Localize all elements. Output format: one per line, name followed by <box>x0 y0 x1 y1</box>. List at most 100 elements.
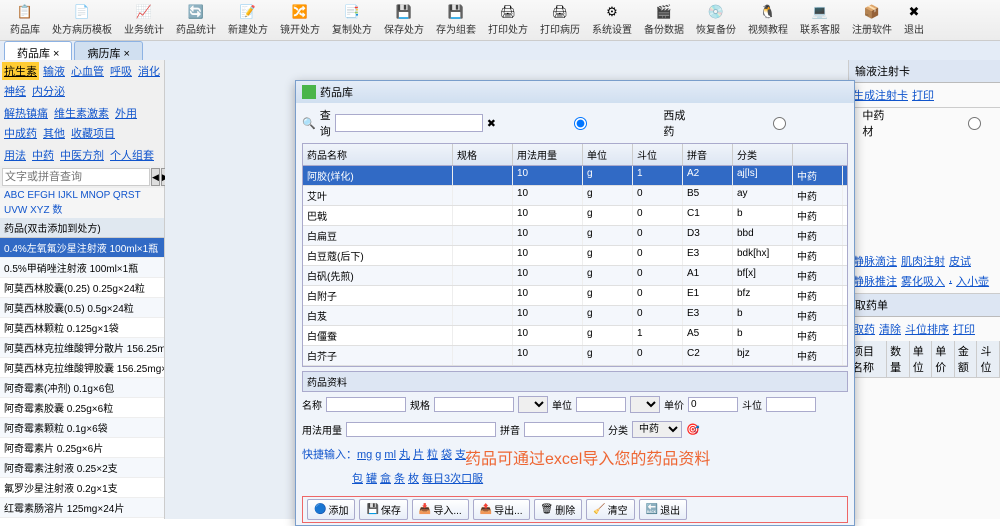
drug-item[interactable]: 阿莫西林颗粒 0.125g×1袋 <box>0 318 164 338</box>
table-row[interactable]: 白芥子10g0C2bjz中药 <box>303 346 847 366</box>
quick-盒[interactable]: 盒 <box>380 473 391 485</box>
radio-收费项目[interactable]: 收费项目 <box>898 107 1000 139</box>
dialog-search-input[interactable] <box>335 114 483 132</box>
category-输液[interactable]: 输液 <box>41 62 67 80</box>
link-清除[interactable]: 清除 <box>879 321 901 337</box>
toolbar-保存处方[interactable]: 💾保存处方 <box>378 2 430 38</box>
col-用法用量[interactable]: 用法用量 <box>513 144 583 165</box>
col-单位[interactable]: 单位 <box>583 144 633 165</box>
category-内分泌[interactable]: 内分泌 <box>30 82 67 100</box>
class-icon[interactable]: 🎯 <box>686 423 700 436</box>
toolbar-药品库[interactable]: 📋药品库 <box>4 2 46 38</box>
quick-mg[interactable]: mg <box>357 449 372 461</box>
link-,[interactable]: , <box>949 273 952 289</box>
field-spec[interactable] <box>434 397 514 412</box>
quick-每日3次口服[interactable]: 每日3次口服 <box>422 473 483 485</box>
table-row[interactable]: 白矾(先煎)10g0A1bf[x]中药 <box>303 266 847 286</box>
toolbar-新建处方[interactable]: 📝新建处方 <box>222 2 274 38</box>
table-row[interactable]: 阿胶(烊化)10g1A2aj[ls]中药 <box>303 166 847 186</box>
category-神经[interactable]: 神经 <box>2 82 28 100</box>
clear-search-icon[interactable]: ✖ <box>487 117 496 130</box>
quick-包[interactable]: 包 <box>352 473 363 485</box>
btn-删除[interactable]: 🗑删除 <box>534 499 583 520</box>
toolbar-恢复备份[interactable]: 💿恢复备份 <box>690 2 742 38</box>
btn-退出[interactable]: 🔙退出 <box>639 499 687 520</box>
quick-g[interactable]: g <box>375 449 381 461</box>
link-静脉推注[interactable]: 静脉推注 <box>853 273 897 289</box>
alpha-index[interactable]: ABC EFGH IJKL MNOP QRST UVW XYZ 数 <box>0 188 164 218</box>
field-pinyin[interactable] <box>524 422 604 437</box>
radio-西成药[interactable]: 西成药 <box>500 107 693 139</box>
field-price[interactable] <box>688 397 738 412</box>
quick-片[interactable]: 片 <box>413 449 424 461</box>
toolbar-联系客服[interactable]: 💻联系客服 <box>794 2 846 38</box>
btn-保存[interactable]: 💾保存 <box>359 499 407 520</box>
link-斗位排序[interactable]: 斗位排序 <box>905 321 949 337</box>
drug-item[interactable]: 阿奇霉素注射液 0.25×2支 <box>0 458 164 478</box>
quick-ml[interactable]: ml <box>384 449 396 461</box>
col-规格[interactable]: 规格 <box>453 144 513 165</box>
drug-item[interactable]: 红霉素肠溶片 125mg×24片 <box>0 498 164 518</box>
drug-item[interactable]: 阿莫西林克拉维酸钾胶囊 156.25mg×18片 <box>0 358 164 378</box>
category-心血管[interactable]: 心血管 <box>69 62 106 80</box>
col-拼音[interactable]: 拼音 <box>683 144 733 165</box>
table-row[interactable]: 巴戟10g0C1b中药 <box>303 206 847 226</box>
category-用法[interactable]: 用法 <box>2 146 28 164</box>
table-row[interactable]: 白附子10g0E1bfz中药 <box>303 286 847 306</box>
field-usage[interactable] <box>346 422 496 437</box>
toolbar-注册软件[interactable]: 📦注册软件 <box>846 2 898 38</box>
drug-item[interactable]: 0.5%甲硝唑注射液 100ml×1瓶 <box>0 258 164 278</box>
toolbar-药品统计[interactable]: 🔄药品统计 <box>170 2 222 38</box>
link-肌肉注射[interactable]: 肌肉注射 <box>901 253 945 269</box>
toolbar-复制处方[interactable]: 📑复制处方 <box>326 2 378 38</box>
category-外用[interactable]: 外用 <box>113 104 139 122</box>
field-name[interactable] <box>326 397 406 412</box>
field-unit[interactable] <box>576 397 626 412</box>
link-皮试[interactable]: 皮试 <box>949 253 971 269</box>
toolbar-视频教程[interactable]: 🐧视频教程 <box>742 2 794 38</box>
quick-枚[interactable]: 枚 <box>408 473 419 485</box>
col-分类[interactable]: 分类 <box>733 144 793 165</box>
toolbar-退出[interactable]: ✖退出 <box>898 2 930 38</box>
link-雾化吸入[interactable]: 雾化吸入 <box>901 273 945 289</box>
category-个人组套[interactable]: 个人组套 <box>108 146 156 164</box>
link-生成注射卡[interactable]: 生成注射卡 <box>853 87 908 103</box>
drug-item[interactable]: 阿奇霉素(冲剂) 0.1g×6包 <box>0 378 164 398</box>
link-打印[interactable]: 打印 <box>953 321 975 337</box>
link-取药[interactable]: 取药 <box>853 321 875 337</box>
category-中医方剂[interactable]: 中医方剂 <box>58 146 106 164</box>
toolbar-打印处方[interactable]: 🖨打印处方 <box>482 2 534 38</box>
drug-item[interactable]: 阿莫西林胶囊(0.25) 0.25g×24粒 <box>0 278 164 298</box>
toolbar-处方病历模板[interactable]: 📄处方病历模板 <box>46 2 118 38</box>
category-中成药[interactable]: 中成药 <box>2 124 39 142</box>
category-解热镇痛[interactable]: 解热镇痛 <box>2 104 50 122</box>
table-row[interactable]: 白扁豆10g0D3bbd中药 <box>303 226 847 246</box>
link-入小壶[interactable]: 入小壶 <box>956 273 989 289</box>
link-静脉滴注[interactable]: 静脉滴注 <box>853 253 897 269</box>
drug-item[interactable]: 0.4%左氧氟沙星注射液 100ml×1瓶 <box>0 238 164 258</box>
drug-item[interactable]: 阿莫西林胶囊(0.5) 0.5g×24粒 <box>0 298 164 318</box>
category-呼吸[interactable]: 呼吸 <box>108 62 134 80</box>
category-抗生素[interactable]: 抗生素 <box>2 62 39 80</box>
sel-class[interactable]: 中药 <box>632 421 682 438</box>
btn-添加[interactable]: 🔵添加 <box>307 499 355 520</box>
table-row[interactable]: 白僵蚕10g1A5b中药 <box>303 326 847 346</box>
toolbar-打印病历[interactable]: 🖨打印病历 <box>534 2 586 38</box>
category-消化[interactable]: 消化 <box>136 62 162 80</box>
sel-unit[interactable] <box>630 396 660 413</box>
toolbar-备份数据[interactable]: 🎬备份数据 <box>638 2 690 38</box>
sel-spec[interactable] <box>518 396 548 413</box>
field-pos[interactable] <box>766 397 816 412</box>
toolbar-镜开处方[interactable]: 🔀镜开处方 <box>274 2 326 38</box>
toolbar-存为组套[interactable]: 💾存为组套 <box>430 2 482 38</box>
drug-item[interactable]: 阿奇霉素片 0.25g×6片 <box>0 438 164 458</box>
link-打印[interactable]: 打印 <box>912 87 934 103</box>
quick-袋[interactable]: 袋 <box>441 449 452 461</box>
quick-罐[interactable]: 罐 <box>366 473 377 485</box>
toolbar-系统设置[interactable]: ⚙系统设置 <box>586 2 638 38</box>
category-收藏项目[interactable]: 收藏项目 <box>69 124 117 142</box>
search-prev-icon[interactable]: ◀ <box>151 168 160 186</box>
category-中药[interactable]: 中药 <box>30 146 56 164</box>
table-row[interactable]: 艾叶10g0B5ay中药 <box>303 186 847 206</box>
col-斗位[interactable]: 斗位 <box>633 144 683 165</box>
